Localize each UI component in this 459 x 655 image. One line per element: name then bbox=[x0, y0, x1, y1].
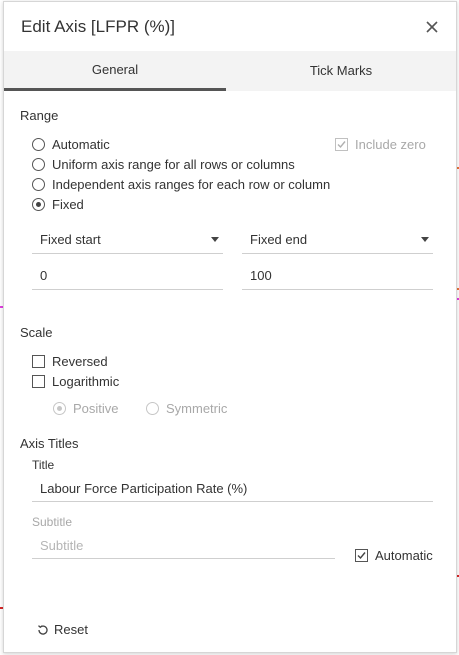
edit-axis-dialog: Edit Axis [LFPR (%)] General Tick Marks … bbox=[3, 1, 457, 653]
title-label: Title bbox=[32, 458, 55, 472]
input-value: 0 bbox=[40, 268, 48, 283]
subtitle-input[interactable]: Subtitle bbox=[32, 534, 335, 559]
radio-button[interactable] bbox=[32, 198, 45, 211]
automatic-subtitle-checkbox[interactable]: Automatic bbox=[355, 548, 433, 563]
radio-positive[interactable]: Positive bbox=[53, 401, 119, 416]
checkbox-label: Reversed bbox=[52, 354, 108, 369]
input-value: 100 bbox=[250, 268, 272, 283]
axis-titles-heading: Axis Titles bbox=[20, 436, 79, 451]
chevron-down-icon bbox=[211, 237, 219, 242]
logarithmic-checkbox[interactable]: Logarithmic bbox=[32, 374, 119, 389]
range-heading: Range bbox=[20, 108, 59, 123]
chevron-down-icon bbox=[421, 237, 429, 242]
reset-button[interactable]: Reset bbox=[37, 622, 88, 637]
radio-button[interactable] bbox=[146, 402, 159, 415]
radio-symmetric[interactable]: Symmetric bbox=[146, 401, 227, 416]
title-input[interactable]: Labour Force Participation Rate (%) bbox=[32, 477, 433, 502]
reset-label: Reset bbox=[54, 622, 88, 637]
radio-button[interactable] bbox=[53, 402, 66, 415]
radio-label: Positive bbox=[73, 401, 119, 416]
fixed-end-dropdown[interactable]: Fixed end bbox=[242, 229, 433, 254]
fixed-start-dropdown[interactable]: Fixed start bbox=[32, 229, 223, 254]
include-zero-checkbox[interactable]: Include zero bbox=[335, 137, 426, 152]
reset-icon bbox=[37, 624, 49, 636]
scale-heading: Scale bbox=[20, 325, 53, 340]
reversed-checkbox[interactable]: Reversed bbox=[32, 354, 108, 369]
tab-general[interactable]: General bbox=[4, 51, 226, 91]
checkbox-label: Include zero bbox=[355, 137, 426, 152]
fixed-start-input[interactable]: 0 bbox=[32, 265, 223, 290]
input-value: Labour Force Participation Rate (%) bbox=[40, 481, 248, 496]
radio-label: Independent axis ranges for each row or … bbox=[52, 177, 331, 192]
dropdown-value: Fixed end bbox=[250, 232, 308, 247]
input-placeholder: Subtitle bbox=[40, 538, 84, 553]
checkbox[interactable] bbox=[355, 549, 368, 562]
subtitle-label: Subtitle bbox=[32, 515, 73, 529]
radio-label: Automatic bbox=[52, 137, 110, 152]
radio-uniform[interactable]: Uniform axis range for all rows or colum… bbox=[32, 157, 295, 172]
fixed-end-input[interactable]: 100 bbox=[242, 265, 433, 290]
radio-label: Fixed bbox=[52, 197, 84, 212]
close-icon[interactable] bbox=[423, 18, 441, 36]
tab-tick-marks[interactable]: Tick Marks bbox=[226, 51, 456, 91]
radio-button[interactable] bbox=[32, 178, 45, 191]
radio-button[interactable] bbox=[32, 158, 45, 171]
checkbox-label: Logarithmic bbox=[52, 374, 120, 389]
radio-fixed[interactable]: Fixed bbox=[32, 197, 84, 212]
radio-label: Uniform axis range for all rows or colum… bbox=[52, 157, 295, 172]
checkbox[interactable] bbox=[32, 355, 45, 368]
checkbox[interactable] bbox=[32, 375, 45, 388]
radio-button[interactable] bbox=[32, 138, 45, 151]
checkbox[interactable] bbox=[335, 138, 348, 151]
radio-label: Symmetric bbox=[166, 401, 228, 416]
tab-bar: General Tick Marks bbox=[4, 51, 456, 91]
dialog-title: Edit Axis [LFPR (%)] bbox=[21, 17, 175, 36]
checkbox-label: Automatic bbox=[375, 548, 433, 563]
radio-independent[interactable]: Independent axis ranges for each row or … bbox=[32, 177, 330, 192]
radio-automatic[interactable]: Automatic bbox=[32, 137, 110, 152]
dropdown-value: Fixed start bbox=[40, 232, 101, 247]
